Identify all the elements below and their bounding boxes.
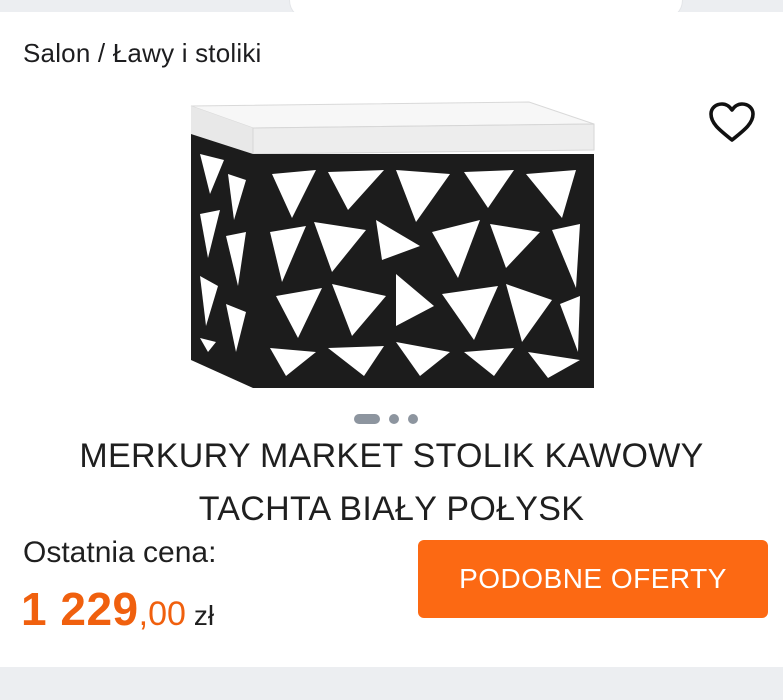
heart-outline-icon — [709, 102, 755, 142]
price-label: Ostatnia cena: — [23, 536, 217, 569]
image-pagination — [354, 413, 418, 425]
price-currency: zł — [193, 600, 215, 631]
product-title: MERKURY MARKET STOLIK KAWOWY TACHTA BIAŁ… — [40, 430, 743, 536]
product-title-line-1: MERKURY MARKET STOLIK KAWOWY — [79, 437, 704, 475]
price-integer: 1 229 — [21, 583, 139, 635]
product-title-line-2: TACHTA BIAŁY POŁYSK — [198, 490, 585, 528]
price-decimal: ,00 — [138, 595, 186, 633]
favorite-button[interactable] — [703, 96, 761, 148]
breadcrumb[interactable]: Salon / Ławy i stoliki — [23, 38, 262, 69]
pagination-dot-2[interactable] — [389, 414, 399, 424]
pagination-dot-3[interactable] — [408, 414, 418, 424]
product-image[interactable] — [188, 90, 598, 400]
similar-offers-button[interactable]: PODOBNE OFERTY — [418, 540, 768, 618]
coffee-table-illustration — [190, 101, 595, 388]
product-card: Salon / Ławy i stoliki MERKURY MARKET ST… — [0, 12, 783, 667]
pagination-dot-1[interactable] — [354, 414, 380, 424]
price-value: 1 229,00 zł — [21, 582, 214, 636]
